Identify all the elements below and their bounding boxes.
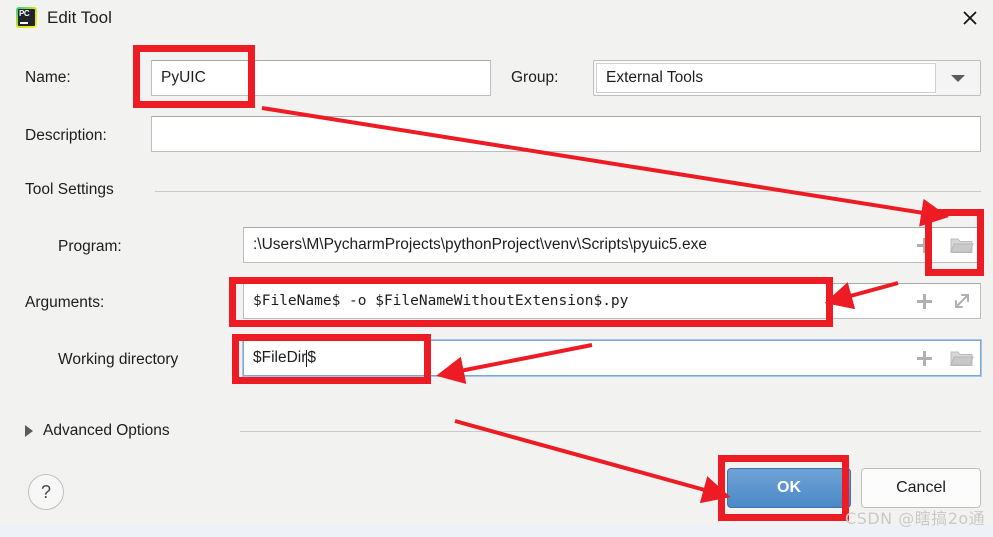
dialog-title: Edit Tool bbox=[47, 8, 112, 27]
working-directory-row-actions bbox=[905, 340, 981, 376]
working-directory-value-tail: $ bbox=[307, 349, 317, 366]
expand-arrows-icon bbox=[955, 294, 969, 308]
working-directory-label: Working directory bbox=[58, 351, 179, 368]
advanced-options-toggle[interactable]: Advanced Options bbox=[25, 419, 180, 443]
group-select-arrow[interactable] bbox=[936, 61, 980, 95]
advanced-options-label: Advanced Options bbox=[43, 422, 170, 439]
group-select[interactable]: External Tools bbox=[593, 60, 981, 96]
advanced-options-divider bbox=[240, 431, 981, 432]
ok-button[interactable]: OK bbox=[727, 468, 851, 508]
working-directory-browse-button[interactable] bbox=[943, 340, 981, 376]
arguments-expand-button[interactable] bbox=[943, 283, 981, 319]
arguments-insert-macro-button[interactable] bbox=[905, 283, 943, 319]
name-input[interactable]: PyUIC bbox=[151, 60, 491, 96]
group-label: Group: bbox=[511, 69, 559, 86]
cancel-button[interactable]: Cancel bbox=[861, 468, 981, 508]
pycharm-icon: PC bbox=[16, 7, 37, 28]
arguments-label: Arguments: bbox=[25, 294, 105, 311]
help-button[interactable]: ? bbox=[28, 474, 64, 510]
program-browse-button[interactable] bbox=[943, 227, 981, 263]
working-directory-value: $FileDir bbox=[253, 349, 307, 366]
close-button[interactable] bbox=[947, 0, 993, 36]
plus-icon bbox=[916, 350, 932, 366]
question-mark-icon: ? bbox=[40, 481, 51, 502]
chevron-down-icon bbox=[951, 74, 965, 82]
group-select-value: External Tools bbox=[596, 63, 936, 93]
program-input[interactable]: :\Users\M\PycharmProjects\pythonProject\… bbox=[243, 227, 981, 263]
program-label: Program: bbox=[58, 238, 122, 255]
arguments-input[interactable]: $FileName$ -o $FileNameWithoutExtension$… bbox=[243, 283, 981, 319]
program-insert-macro-button[interactable] bbox=[905, 227, 943, 263]
edit-tool-dialog: PC Edit Tool Name: PyUIC Group: External… bbox=[0, 0, 993, 537]
folder-icon bbox=[950, 238, 974, 253]
pycharm-icon-bar bbox=[20, 22, 28, 24]
folder-icon bbox=[950, 351, 974, 366]
close-icon bbox=[963, 11, 977, 25]
program-row-actions bbox=[905, 227, 981, 263]
watermark: CSDN @瞎搞2o通 bbox=[845, 509, 986, 528]
working-directory-input[interactable]: $FileDir $ bbox=[243, 340, 981, 376]
title-bar: PC Edit Tool bbox=[0, 0, 993, 36]
plus-icon bbox=[916, 293, 932, 309]
triangle-right-icon bbox=[25, 425, 33, 437]
working-directory-insert-macro-button[interactable] bbox=[905, 340, 943, 376]
tool-settings-section-title: Tool Settings bbox=[25, 181, 124, 199]
description-input[interactable] bbox=[151, 116, 981, 152]
pycharm-icon-text: PC bbox=[19, 9, 30, 18]
tool-settings-divider bbox=[155, 191, 981, 192]
description-label: Description: bbox=[25, 127, 107, 144]
plus-icon bbox=[916, 237, 932, 253]
arguments-row-actions bbox=[905, 283, 981, 319]
name-label: Name: bbox=[25, 69, 71, 86]
